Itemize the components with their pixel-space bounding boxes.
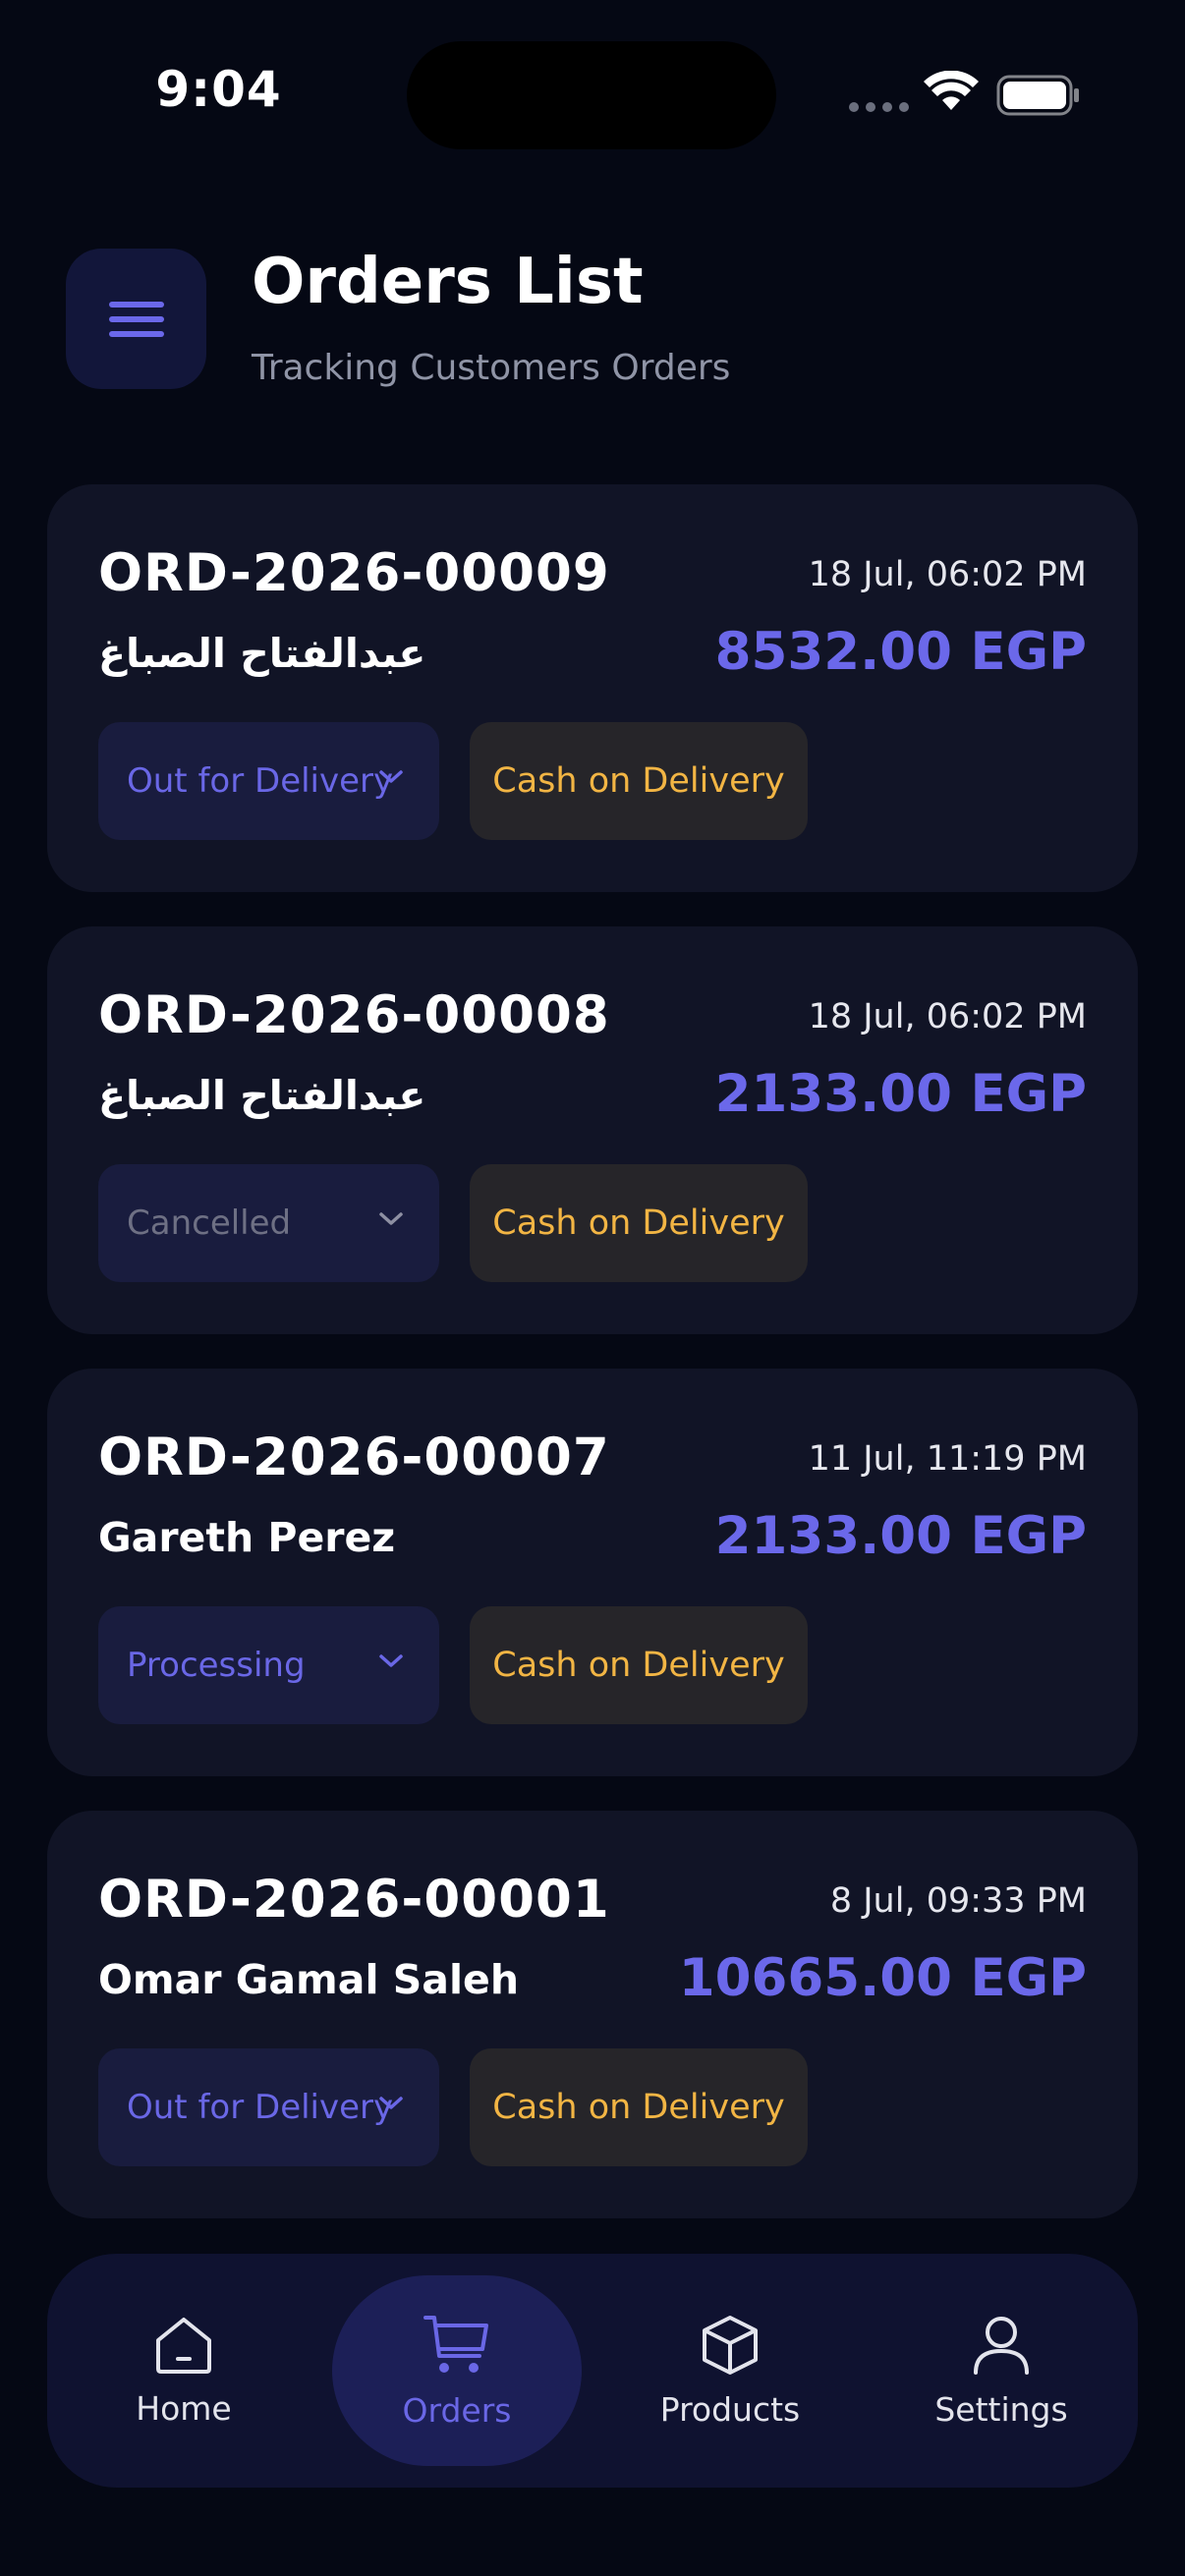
status-label: Out for Delivery [127, 2088, 394, 2127]
signal-icon [849, 102, 909, 112]
order-id: ORD-2026-00008 [98, 985, 610, 1045]
status-dropdown[interactable]: Cancelled [98, 1164, 439, 1282]
order-date: 8 Jul, 09:33 PM [829, 1881, 1087, 1921]
payment-badge: Cash on Delivery [470, 1606, 808, 1724]
status-label: Processing [127, 1646, 306, 1685]
cart-icon [423, 2315, 488, 2373]
battery-icon [996, 75, 1079, 116]
order-id: ORD-2026-00009 [98, 543, 610, 603]
nav-item-products[interactable]: Products [607, 2254, 853, 2488]
status-label: Cancelled [127, 1204, 292, 1243]
nav-item-orders[interactable]: Orders [334, 2254, 580, 2488]
hamburger-icon [108, 301, 164, 337]
status-time: 9:04 [155, 61, 282, 118]
nav-item-home[interactable]: Home [61, 2254, 307, 2488]
orders-screen: 9:04 Orders List Tracking Customers Orde… [0, 0, 1185, 2576]
order-amount: 2133.00 EGP [714, 1506, 1087, 1566]
customer-name: Gareth Perez [98, 1514, 396, 1561]
order-card[interactable]: ORD-2026-00007 11 Jul, 11:19 PM Gareth P… [47, 1369, 1138, 1776]
status-dropdown[interactable]: Out for Delivery [98, 2048, 439, 2166]
nav-item-settings[interactable]: Settings [878, 2254, 1124, 2488]
payment-badge: Cash on Delivery [470, 722, 808, 840]
status-dropdown[interactable]: Processing [98, 1606, 439, 1724]
home-icon [156, 2317, 211, 2374]
menu-button[interactable] [66, 249, 206, 389]
nav-label: Settings [934, 2389, 1068, 2429]
order-date: 18 Jul, 06:02 PM [808, 997, 1087, 1036]
chevron-down-icon [379, 2097, 403, 2109]
order-amount: 10665.00 EGP [678, 1948, 1087, 2008]
chevron-down-icon [379, 1654, 403, 1667]
order-card[interactable]: ORD-2026-00009 18 Jul, 06:02 PM عبدالفتا… [47, 484, 1138, 892]
page-title: Orders List [252, 246, 644, 318]
nav-label: Home [136, 2388, 232, 2428]
customer-name: Omar Gamal Saleh [98, 1956, 520, 2003]
order-amount: 8532.00 EGP [714, 622, 1087, 682]
box-icon [703, 2315, 758, 2375]
order-date: 18 Jul, 06:02 PM [808, 555, 1087, 594]
wifi-icon [924, 71, 979, 110]
nav-label: Products [659, 2389, 801, 2429]
payment-badge: Cash on Delivery [470, 2048, 808, 2166]
bottom-nav: Home Orders Products Settings [47, 2254, 1138, 2488]
nav-label: Orders [402, 2390, 512, 2430]
user-icon [974, 2316, 1029, 2375]
dynamic-island [407, 41, 776, 149]
chevron-down-icon [379, 770, 403, 783]
order-id: ORD-2026-00001 [98, 1870, 610, 1930]
customer-name: عبدالفتاح الصباغ [98, 630, 426, 677]
page-subtitle: Tracking Customers Orders [252, 348, 731, 388]
order-date: 11 Jul, 11:19 PM [808, 1439, 1087, 1479]
status-dropdown[interactable]: Out for Delivery [98, 722, 439, 840]
payment-badge: Cash on Delivery [470, 1164, 808, 1282]
customer-name: عبدالفتاح الصباغ [98, 1072, 426, 1119]
chevron-down-icon [379, 1212, 403, 1225]
order-card[interactable]: ORD-2026-00008 18 Jul, 06:02 PM عبدالفتا… [47, 926, 1138, 1334]
order-card[interactable]: ORD-2026-00001 8 Jul, 09:33 PM Omar Gama… [47, 1811, 1138, 2218]
order-amount: 2133.00 EGP [714, 1064, 1087, 1124]
status-label: Out for Delivery [127, 761, 394, 801]
order-id: ORD-2026-00007 [98, 1428, 610, 1487]
